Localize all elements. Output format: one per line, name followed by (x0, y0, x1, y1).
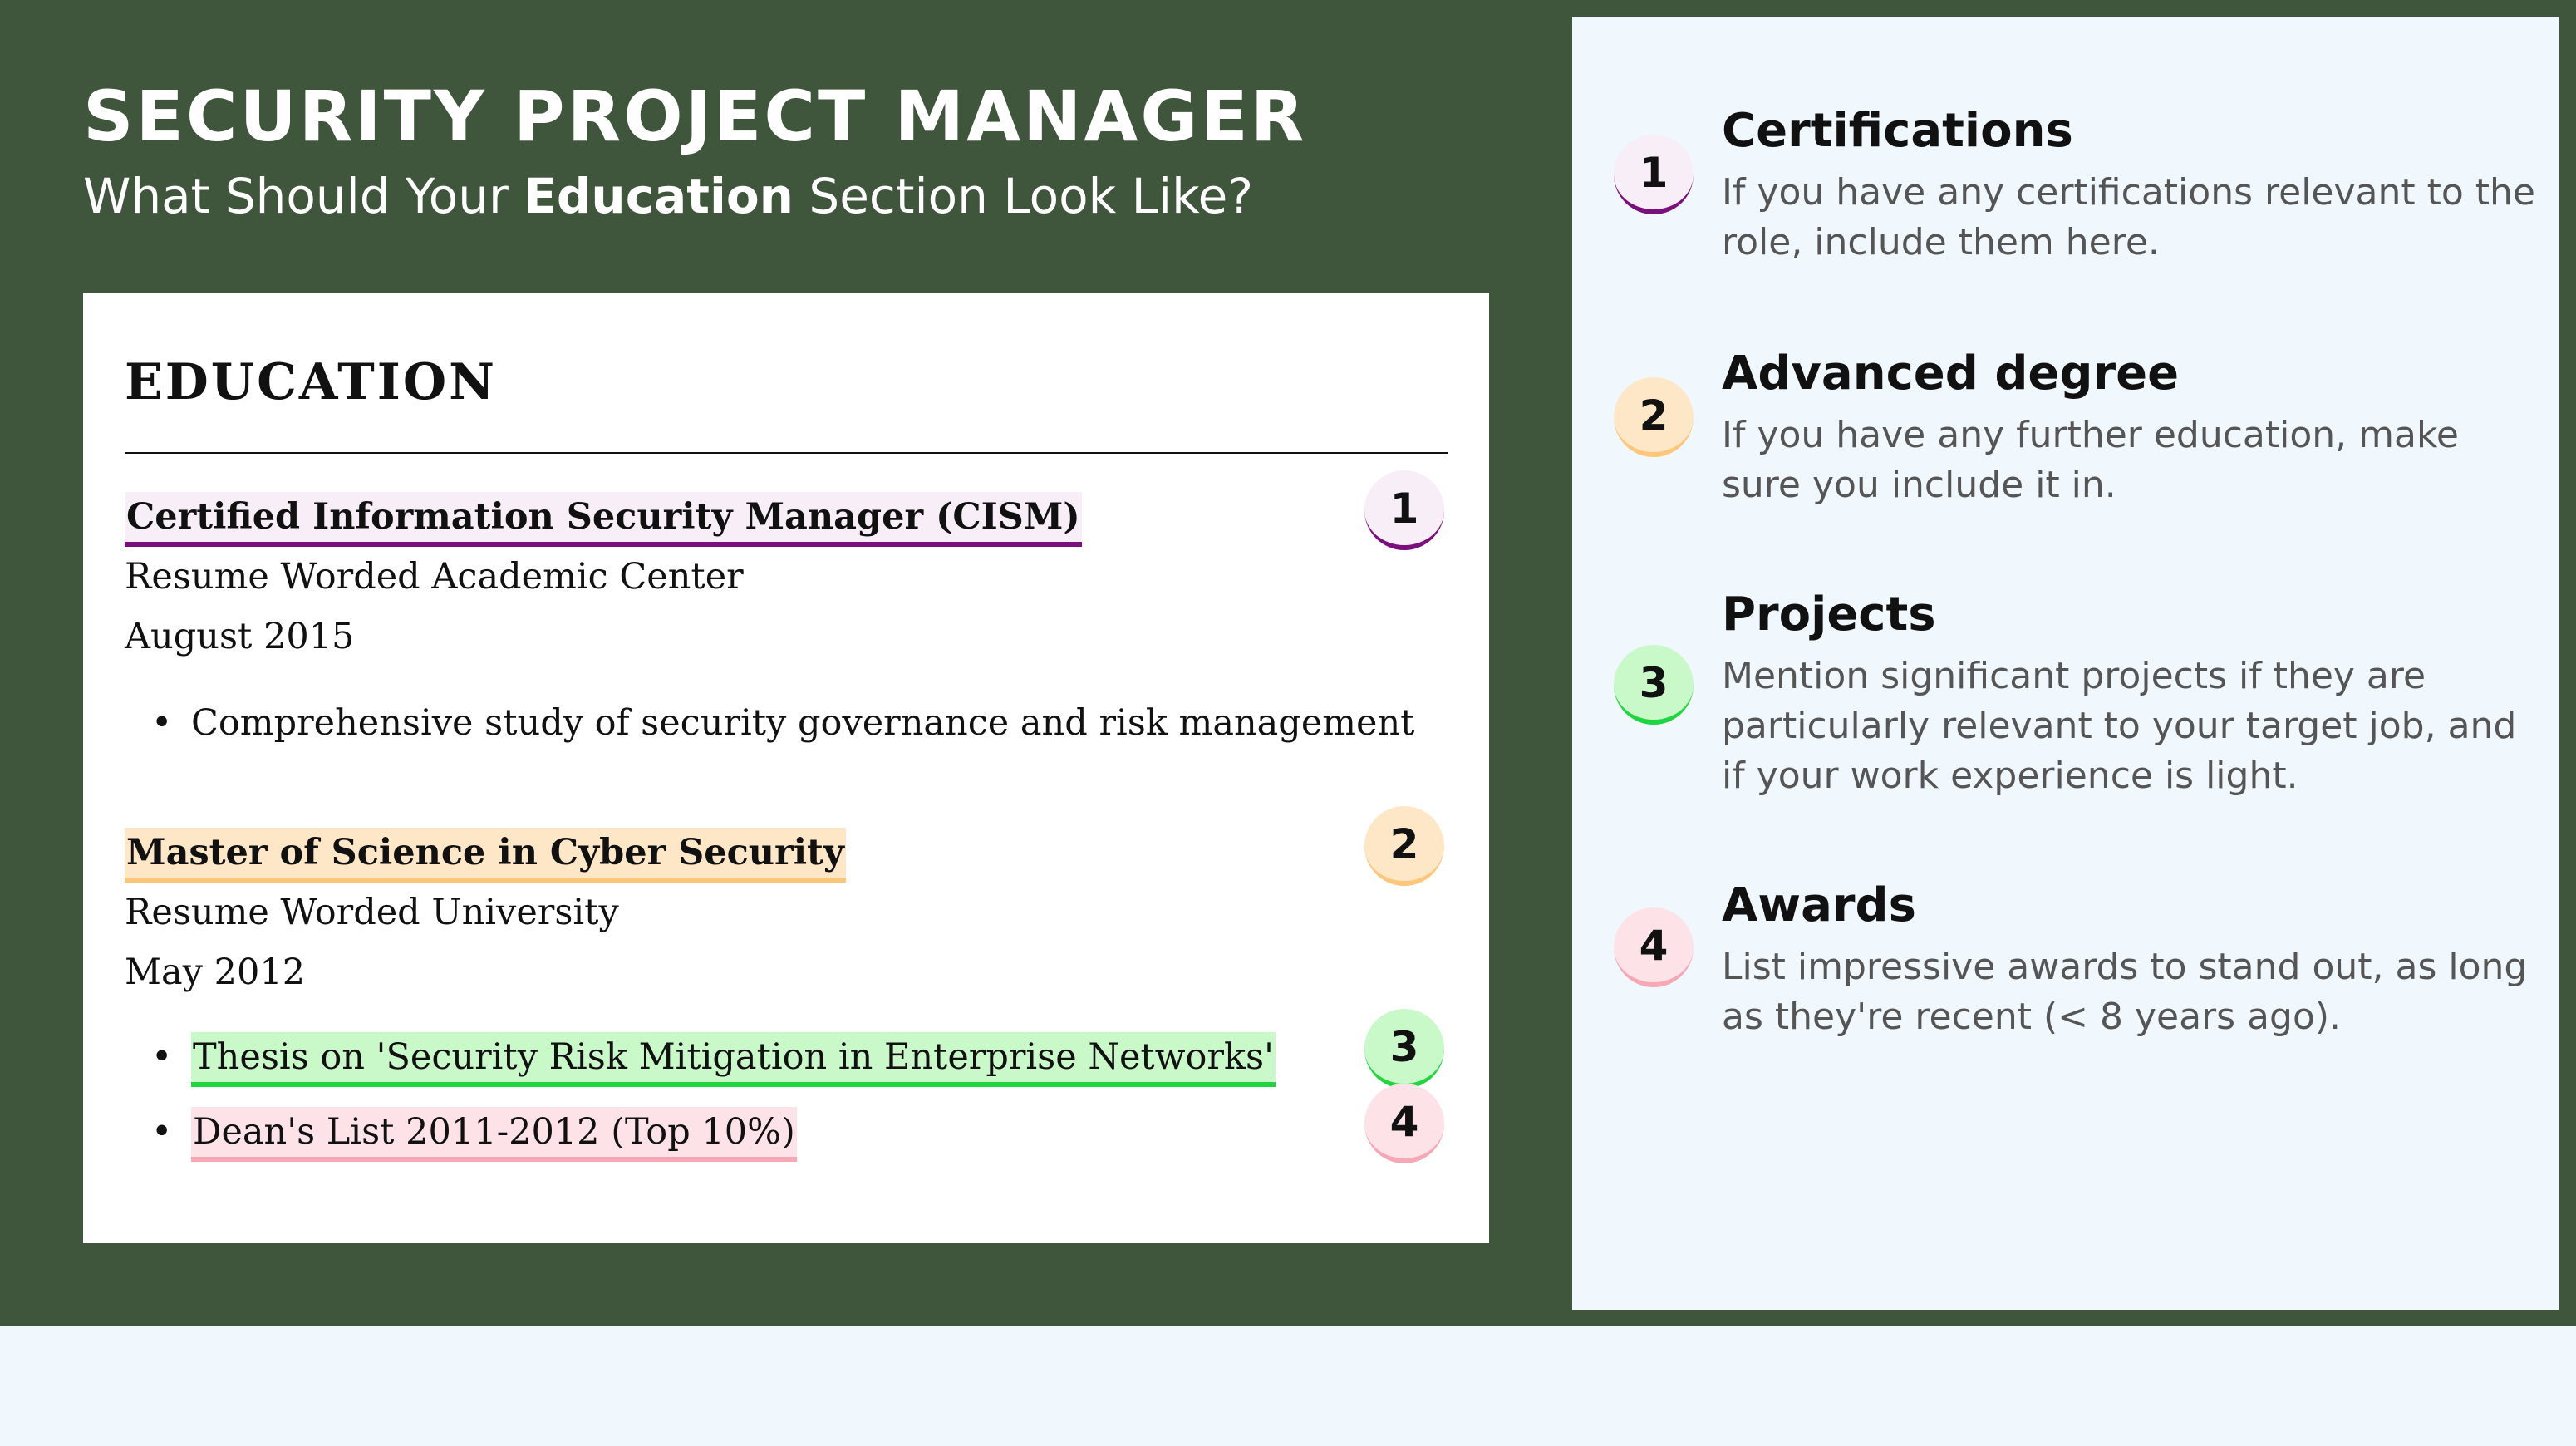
education-divider (125, 452, 1448, 454)
entry-title-2: Master of Science in Cyber Security (125, 828, 846, 883)
canvas: SECURITY PROJECT MANAGER What Should You… (0, 0, 2576, 1446)
resume-education-card: EDUCATION Certified Information Security… (83, 293, 1489, 1243)
tip-title-1: Certifications (1722, 104, 2073, 158)
subtitle-bold: Education (524, 168, 794, 224)
education-heading: EDUCATION (125, 353, 497, 411)
tip-badge-4: 4 (1614, 907, 1694, 987)
bullet-text-highlight-3: Thesis on 'Security Risk Mitigation in E… (191, 1032, 1276, 1087)
tip-title-3: Projects (1722, 588, 1936, 642)
number-badge-4: 4 (1364, 1084, 1444, 1163)
page-subtitle: What Should Your Education Section Look … (83, 163, 1253, 229)
tip-body-3: Mention significant projects if they are… (1722, 655, 2517, 797)
number-badge-2: 2 (1364, 806, 1444, 886)
tip-badge-3: 3 (1614, 645, 1694, 725)
entry-title-1-highlight: Certified Information Security Manager (… (125, 492, 1082, 547)
entry-1-bullet-1: • Comprehensive study of security govern… (151, 698, 1415, 748)
subtitle-after: Section Look Like? (793, 168, 1254, 224)
tip-badge-2: 2 (1614, 377, 1694, 457)
tip-body-4: List impressive awards to stand out, as … (1722, 946, 2528, 1038)
tip-body-1: If you have any certifications relevant … (1722, 171, 2535, 263)
tip-badge-1: 1 (1614, 135, 1694, 214)
entry-title-1: Certified Information Security Manager (… (125, 492, 1082, 547)
bullet-text-highlight-4: Dean's List 2011-2012 (Top 10%) (191, 1107, 797, 1162)
entry-2-bullet-2: • Dean's List 2011-2012 (Top 10%) (151, 1107, 797, 1162)
number-badge-3: 3 (1364, 1009, 1444, 1089)
bullet-dot: • (151, 702, 173, 744)
tip-body-2: If you have any further education, make … (1722, 414, 2459, 506)
subtitle-before: What Should Your (83, 168, 524, 224)
tip-title-2: Advanced degree (1722, 347, 2180, 401)
entry-institution-1: Resume Worded Academic Center (125, 556, 744, 598)
page-title: SECURITY PROJECT MANAGER (83, 76, 1307, 157)
entry-date-2: May 2012 (125, 952, 306, 993)
entry-date-1: August 2015 (125, 616, 355, 657)
entry-2-bullet-1: • Thesis on 'Security Risk Mitigation in… (151, 1032, 1276, 1087)
entry-title-2-highlight: Master of Science in Cyber Security (125, 828, 846, 883)
bullet-dot: • (151, 1036, 173, 1078)
bullet-text: Comprehensive study of security governan… (191, 702, 1415, 744)
tip-title-4: Awards (1722, 878, 1916, 932)
tips-panel: 1 Certifications If you have any certifi… (1572, 17, 2559, 1310)
entry-institution-2: Resume Worded University (125, 892, 619, 933)
number-badge-1: 1 (1364, 470, 1444, 550)
bullet-dot: • (151, 1111, 173, 1153)
